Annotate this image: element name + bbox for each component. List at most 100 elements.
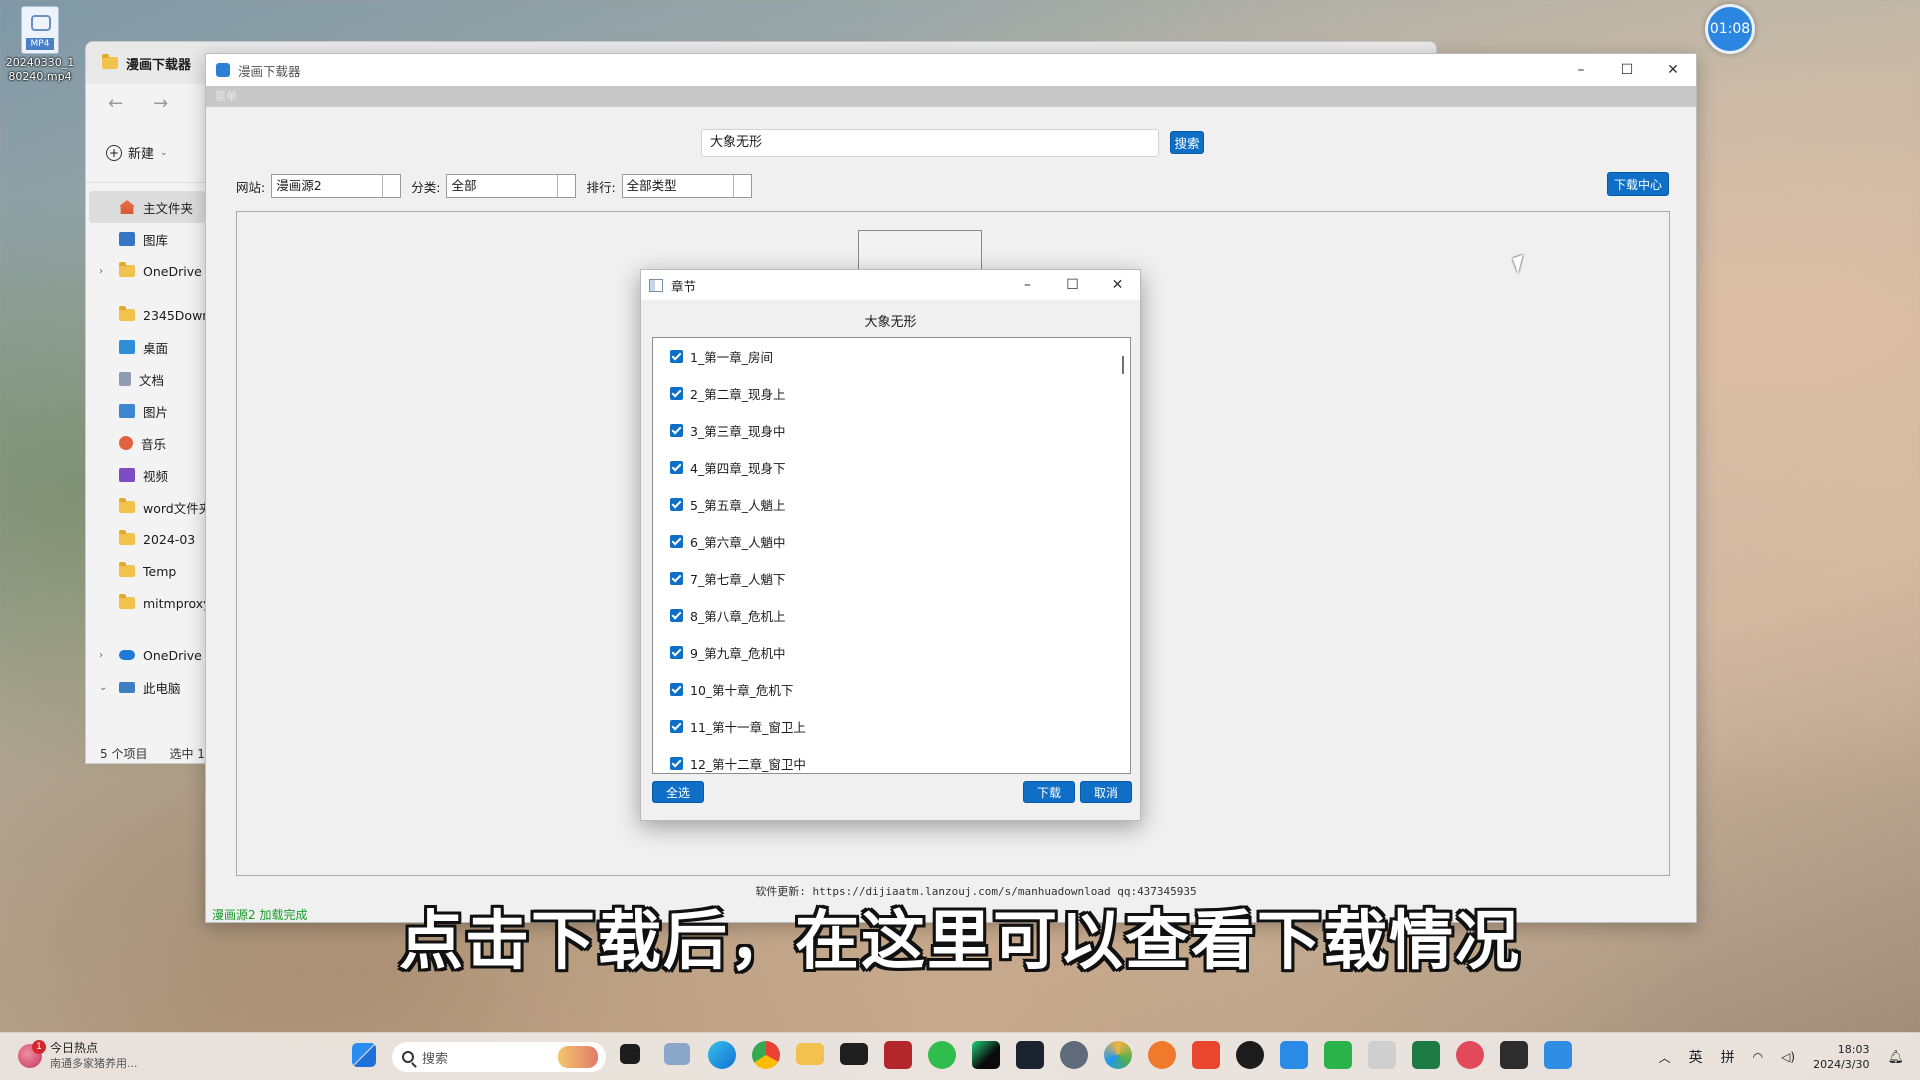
wechat-icon[interactable]: [928, 1041, 956, 1069]
checkbox-checked-icon[interactable]: [670, 387, 683, 400]
dialog-titlebar[interactable]: 章节 – ☐ ✕: [641, 270, 1140, 300]
checkbox-checked-icon[interactable]: [670, 572, 683, 585]
maximize-icon[interactable]: ☐: [1050, 270, 1095, 300]
file-explorer-icon[interactable]: [796, 1043, 824, 1065]
nav-item-home[interactable]: 主文件夹: [89, 191, 206, 223]
close-icon[interactable]: ✕: [1095, 270, 1140, 300]
rank-select[interactable]: 全部类型: [621, 174, 752, 198]
chapter-item[interactable]: 1_第一章_房间: [653, 338, 1130, 375]
site-select[interactable]: 漫画源2: [271, 174, 402, 198]
chapter-item[interactable]: 9_第九章_危机中: [653, 634, 1130, 671]
nav-item-desktop[interactable]: 桌面: [89, 331, 206, 363]
settings-gear-icon[interactable]: [1060, 1041, 1088, 1069]
nav-item-2345downloads[interactable]: 2345Downl: [89, 299, 206, 331]
search-button[interactable]: 搜索: [1170, 131, 1204, 154]
dropdown-arrow-icon[interactable]: [382, 175, 400, 197]
nav-item-onedrive-cloud[interactable]: › OneDrive: [89, 639, 206, 671]
app-titlebar[interactable]: 漫画下载器 – ☐ ✕: [206, 54, 1696, 86]
checkbox-checked-icon[interactable]: [670, 646, 683, 659]
colorful-app-icon[interactable]: [1104, 1041, 1132, 1069]
pen-app-icon[interactable]: [1148, 1041, 1176, 1069]
volume-icon[interactable]: ◁): [1781, 1050, 1795, 1064]
wifi-icon[interactable]: ◠: [1753, 1050, 1763, 1064]
chapter-item[interactable]: 2_第二章_现身上: [653, 375, 1130, 412]
media-player-icon[interactable]: [1016, 1041, 1044, 1069]
dropdown-arrow-icon[interactable]: [557, 175, 575, 197]
new-button[interactable]: + 新建 ⌄: [106, 143, 168, 162]
checkbox-checked-icon[interactable]: [670, 720, 683, 733]
comic-downloader-taskbar-icon[interactable]: [1544, 1041, 1572, 1069]
checkbox-checked-icon[interactable]: [670, 498, 683, 511]
menu-label[interactable]: 菜单: [215, 90, 237, 103]
nav-item-2024-03[interactable]: 2024-03: [89, 523, 206, 555]
nav-item-this-pc[interactable]: ⌄ 此电脑: [89, 671, 206, 703]
bottle-app-icon[interactable]: [1368, 1041, 1396, 1069]
checkbox-checked-icon[interactable]: [670, 609, 683, 622]
nav-item-pictures[interactable]: 图片: [89, 395, 206, 427]
dropdown-arrow-icon[interactable]: [732, 175, 751, 197]
back-arrow-icon[interactable]: ←: [108, 93, 123, 114]
category-select[interactable]: 全部: [446, 174, 577, 198]
recording-timer[interactable]: 01:08: [1705, 4, 1755, 54]
chapter-item[interactable]: 5_第五章_人魈上: [653, 486, 1130, 523]
chapter-item[interactable]: 3_第三章_现身中: [653, 412, 1130, 449]
nav-item-music[interactable]: 音乐: [89, 427, 206, 459]
wps-icon[interactable]: [1192, 1041, 1220, 1069]
start-windows-icon[interactable]: [352, 1043, 376, 1067]
news-widget[interactable]: 1 今日热点 南通多家猪养用...: [18, 1040, 138, 1071]
chapter-item[interactable]: 10_第十章_危机下: [653, 671, 1130, 708]
nav-item-onedrive[interactable]: › OneDrive: [89, 255, 206, 287]
chapter-item[interactable]: 4_第四章_现身下: [653, 449, 1130, 486]
chapter-item[interactable]: 12_第十二章_窗卫中: [653, 745, 1130, 773]
chevron-down-icon[interactable]: ⌄: [99, 682, 107, 693]
heart-app-icon[interactable]: [1456, 1041, 1484, 1069]
checkbox-checked-icon[interactable]: [670, 757, 683, 770]
terminal-icon[interactable]: [840, 1043, 868, 1065]
search-input[interactable]: 大象无形: [701, 129, 1159, 157]
checkbox-checked-icon[interactable]: [670, 424, 683, 437]
edge-browser-icon[interactable]: [708, 1041, 736, 1069]
desktop-video-file[interactable]: MP4 20240330_1 80240.mp4: [4, 6, 76, 84]
notification-bell-icon[interactable]: 🔔︎: [1887, 1050, 1904, 1065]
minimize-icon[interactable]: –: [1005, 270, 1050, 300]
checkbox-checked-icon[interactable]: [670, 535, 683, 548]
chevron-right-icon[interactable]: ›: [99, 650, 103, 661]
checkbox-checked-icon[interactable]: [670, 683, 683, 696]
nav-item-mitmproxy[interactable]: mitmproxy: [89, 587, 206, 619]
nav-item-videos[interactable]: 视频: [89, 459, 206, 491]
nav-item-gallery[interactable]: 图库: [89, 223, 206, 255]
nav-item-temp[interactable]: Temp: [89, 555, 206, 587]
chrome-browser-icon[interactable]: [752, 1041, 780, 1069]
d-app-icon[interactable]: [1324, 1041, 1352, 1069]
cancel-button[interactable]: 取消: [1080, 781, 1132, 803]
maximize-icon[interactable]: ☐: [1604, 54, 1650, 86]
nav-item-word-folder[interactable]: word文件夹: [89, 491, 206, 523]
qq-penguin-icon[interactable]: [1236, 1041, 1264, 1069]
close-icon[interactable]: ✕: [1650, 54, 1696, 86]
ime-language[interactable]: 英: [1689, 1047, 1703, 1067]
forward-arrow-icon[interactable]: →: [153, 93, 168, 114]
chapter-list[interactable]: 1_第一章_房间 2_第二章_现身上 3_第三章_现身中 4_第四章_现身下 5…: [652, 337, 1131, 774]
voicemeeter-icon[interactable]: [884, 1041, 912, 1069]
select-all-button[interactable]: 全选: [652, 781, 704, 803]
ime-mode[interactable]: 拼: [1721, 1047, 1735, 1067]
chapter-item[interactable]: 11_第十一章_窗卫上: [653, 708, 1130, 745]
photos-app-icon[interactable]: [664, 1043, 690, 1065]
task-view-icon[interactable]: [620, 1044, 640, 1064]
list-scrollbar[interactable]: [1122, 356, 1124, 374]
explorer-tab[interactable]: 漫画下载器: [86, 42, 206, 84]
lanzou-icon[interactable]: [1280, 1041, 1308, 1069]
chevron-right-icon[interactable]: ›: [99, 266, 103, 277]
checkbox-checked-icon[interactable]: [670, 350, 683, 363]
download-button[interactable]: 下载: [1023, 781, 1075, 803]
chapter-item[interactable]: 7_第七章_人魈下: [653, 560, 1130, 597]
checkbox-checked-icon[interactable]: [670, 461, 683, 474]
pycharm-icon[interactable]: [972, 1041, 1000, 1069]
taskbar-search[interactable]: 搜索: [392, 1042, 606, 1072]
clock[interactable]: 18:03 2024/3/30: [1813, 1042, 1869, 1072]
chapter-item[interactable]: 8_第八章_危机上: [653, 597, 1130, 634]
minimize-icon[interactable]: –: [1558, 54, 1604, 86]
excel-icon[interactable]: [1412, 1041, 1440, 1069]
camera-app-icon[interactable]: [1500, 1041, 1528, 1069]
download-center-button[interactable]: 下载中心: [1607, 172, 1669, 196]
